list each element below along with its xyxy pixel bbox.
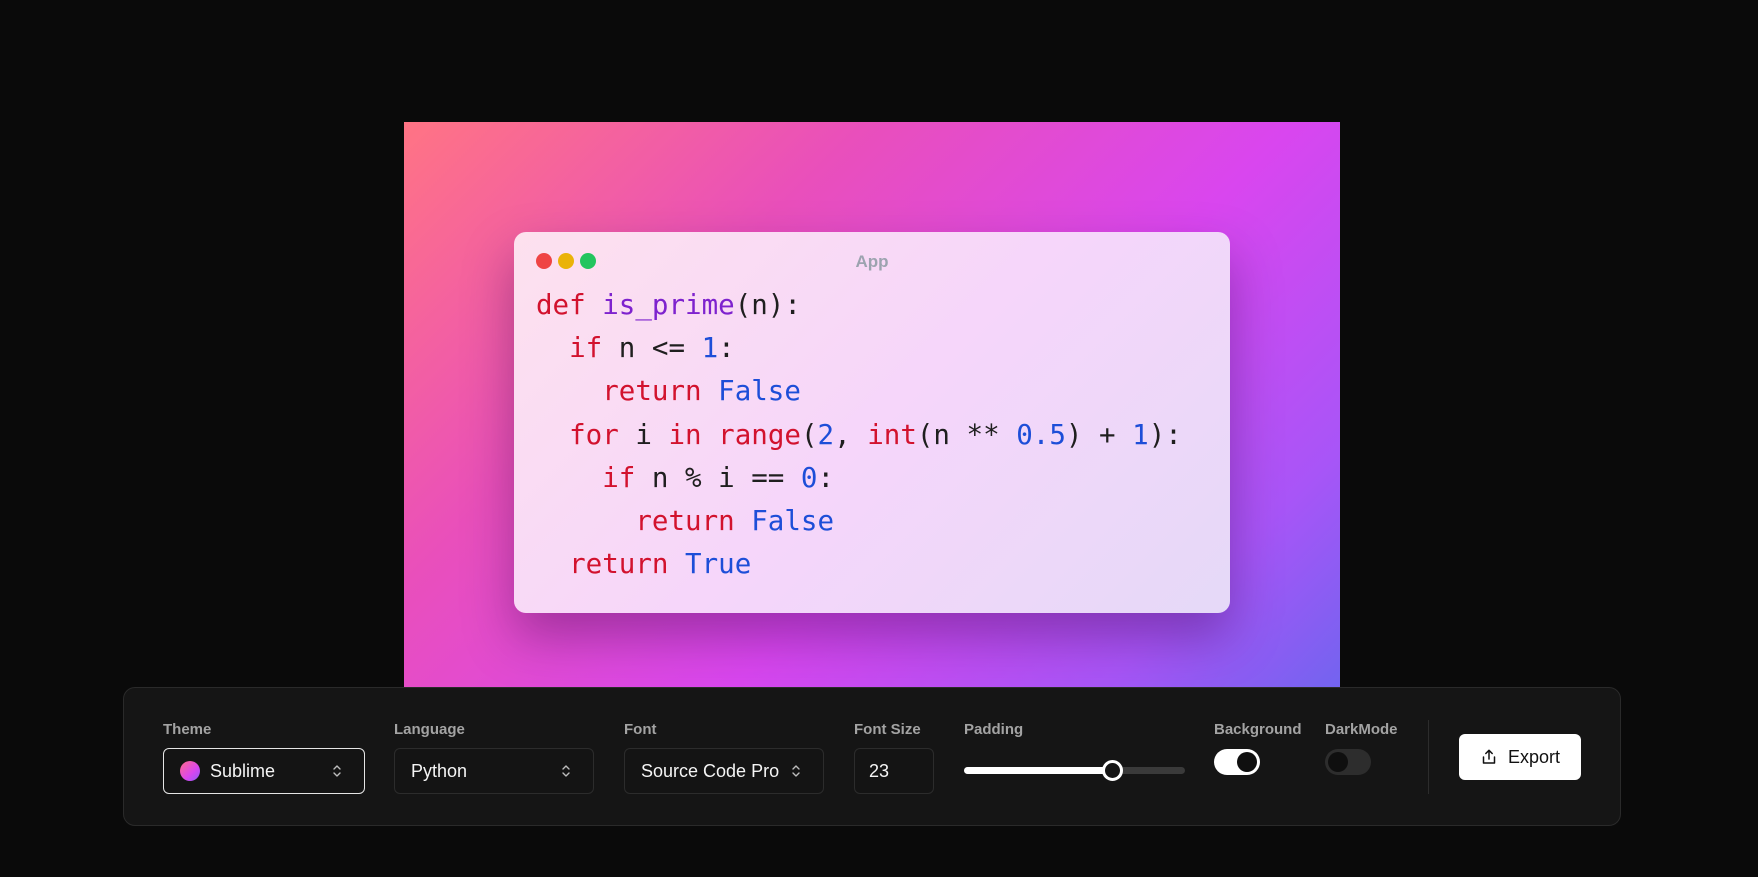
code-token: False bbox=[718, 375, 801, 408]
dark-mode-toggle-knob bbox=[1328, 752, 1348, 772]
code-token: False bbox=[751, 504, 835, 537]
font-size-input[interactable] bbox=[854, 748, 934, 794]
code-line: if n % i == 0: bbox=[536, 457, 1182, 500]
code-token: 1 bbox=[1132, 418, 1149, 451]
padding-label: Padding bbox=[964, 721, 1024, 738]
theme-swatch-icon bbox=[180, 761, 200, 781]
code-token: i bbox=[635, 418, 669, 451]
window-title[interactable]: App bbox=[514, 252, 1230, 272]
export-button[interactable]: Export bbox=[1459, 734, 1581, 780]
font-select[interactable]: Source Code Pro bbox=[624, 748, 824, 794]
padding-slider[interactable] bbox=[964, 748, 1185, 794]
code-token: True bbox=[685, 548, 752, 581]
code-token: (n): bbox=[734, 289, 801, 321]
chevron-up-down-icon bbox=[792, 765, 800, 777]
code-window: App def is_prime(n): if n <= 1: return F… bbox=[514, 232, 1230, 613]
code-token: 2 bbox=[817, 418, 835, 451]
code-line: return False bbox=[536, 500, 1182, 543]
background-label: Background bbox=[1214, 721, 1302, 738]
code-line: return True bbox=[536, 543, 1182, 586]
chevron-up-down-icon bbox=[333, 765, 341, 777]
code-block[interactable]: def is_prime(n): if n <= 1: return False… bbox=[536, 284, 1182, 586]
padding-slider-fill bbox=[964, 767, 1113, 774]
export-button-label: Export bbox=[1507, 746, 1561, 767]
dark-mode-toggle[interactable] bbox=[1325, 749, 1371, 775]
background-toggle-knob bbox=[1237, 752, 1257, 772]
theme-select-value: Sublime bbox=[210, 760, 276, 781]
code-line: if n <= 1: bbox=[536, 327, 1182, 370]
code-token: if bbox=[602, 461, 652, 494]
code-token: : bbox=[718, 332, 735, 365]
code-preview-canvas: App def is_prime(n): if n <= 1: return F… bbox=[404, 122, 1340, 726]
padding-field: Padding bbox=[964, 721, 1185, 794]
font-size-label: Font Size bbox=[854, 721, 921, 738]
code-token: return bbox=[635, 504, 752, 537]
language-select-value: Python bbox=[411, 760, 468, 781]
background-field: Background bbox=[1214, 721, 1304, 775]
code-token: is_prime bbox=[602, 289, 735, 321]
code-token: n <= bbox=[618, 332, 702, 365]
theme-select[interactable]: Sublime bbox=[163, 748, 365, 794]
language-select[interactable]: Python bbox=[394, 748, 594, 794]
code-token: in bbox=[668, 418, 719, 451]
padding-slider-thumb[interactable] bbox=[1102, 760, 1124, 781]
toolbar-divider bbox=[1428, 720, 1429, 794]
code-token: 0 bbox=[800, 461, 818, 494]
code-token: int bbox=[867, 418, 917, 451]
theme-label: Theme bbox=[163, 721, 212, 738]
language-label: Language bbox=[394, 721, 465, 738]
toolbar: Theme Sublime Language Python Font Sourc… bbox=[123, 687, 1621, 826]
code-token: n % i == bbox=[651, 461, 801, 494]
code-token: ) + bbox=[1065, 418, 1133, 451]
code-line: for i in range(2, int(n ** 0.5) + 1): bbox=[536, 414, 1182, 457]
code-token: : bbox=[817, 461, 835, 494]
code-token: return bbox=[602, 375, 719, 408]
code-token: range bbox=[718, 418, 801, 451]
code-token: , bbox=[834, 418, 868, 451]
code-token: return bbox=[569, 548, 686, 581]
background-toggle[interactable] bbox=[1214, 749, 1260, 775]
font-field: Font Source Code Pro bbox=[624, 721, 824, 794]
code-token: if bbox=[569, 332, 619, 365]
font-label: Font bbox=[624, 721, 657, 738]
theme-field: Theme Sublime bbox=[163, 721, 365, 794]
dark-mode-label: DarkMode bbox=[1325, 721, 1398, 738]
code-line: def is_prime(n): bbox=[536, 284, 1182, 327]
code-token: (n ** bbox=[916, 418, 1017, 451]
font-select-value: Source Code Pro bbox=[641, 760, 780, 781]
code-token: ): bbox=[1148, 418, 1182, 451]
code-token: 0.5 bbox=[1016, 418, 1066, 451]
window-title-bar: App bbox=[514, 232, 1230, 292]
code-token: ( bbox=[800, 418, 818, 451]
share-export-icon bbox=[1482, 749, 1496, 764]
dark-mode-field: DarkMode bbox=[1325, 721, 1415, 775]
code-token: 1 bbox=[701, 332, 719, 365]
code-line: return False bbox=[536, 370, 1182, 413]
code-token: def bbox=[536, 289, 603, 321]
chevron-up-down-icon bbox=[562, 765, 570, 777]
language-field: Language Python bbox=[394, 721, 594, 794]
code-token: for bbox=[569, 418, 636, 451]
font-size-field: Font Size bbox=[854, 721, 934, 794]
